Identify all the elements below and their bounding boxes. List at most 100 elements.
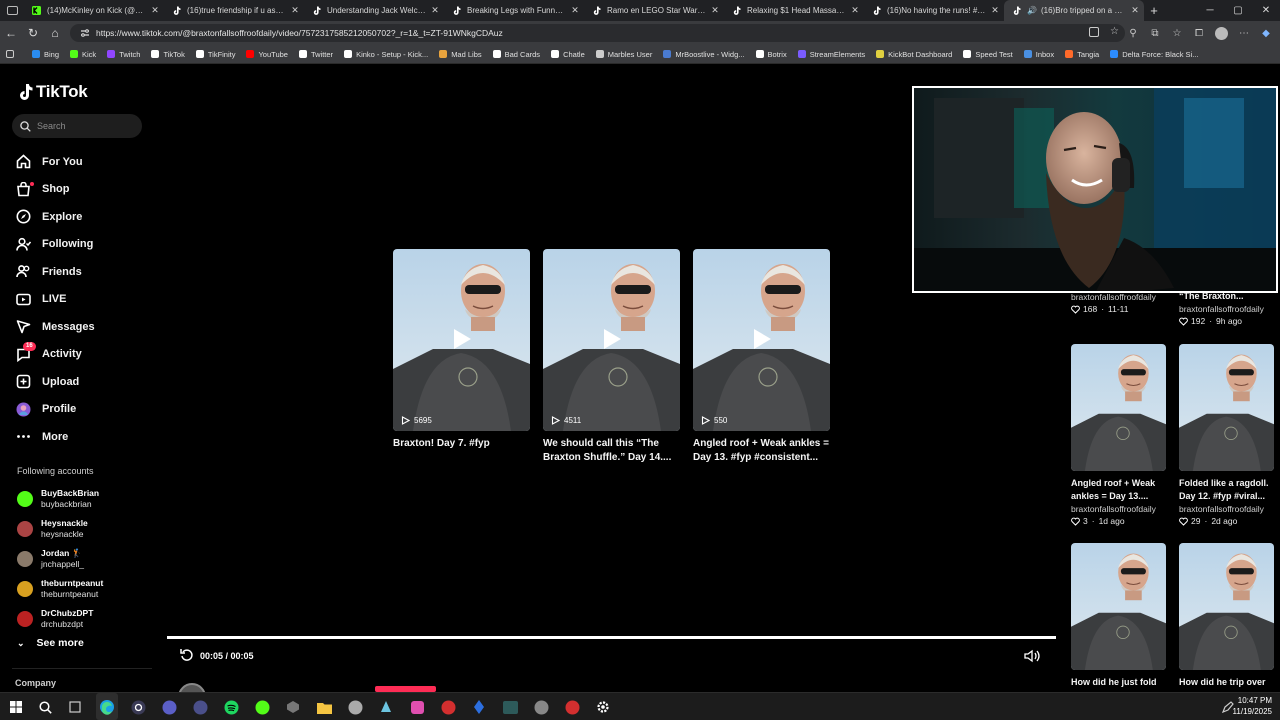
- nav-item-profile[interactable]: Profile: [15, 396, 95, 424]
- nav-item-for-you[interactable]: For You: [15, 148, 95, 176]
- volume-icon[interactable]: [1024, 649, 1040, 663]
- nav-item-more[interactable]: More: [15, 423, 95, 451]
- bookmark-item[interactable]: Inbox: [1023, 50, 1054, 59]
- bookmark-item[interactable]: YouTube: [246, 50, 288, 59]
- bookmark-item[interactable]: Tangia: [1065, 50, 1099, 59]
- play-icon[interactable]: [751, 327, 773, 351]
- bookmark-item[interactable]: TikFinity: [195, 50, 235, 59]
- kick-app-icon[interactable]: [254, 699, 270, 715]
- bookmark-item[interactable]: Marbles User: [595, 50, 652, 59]
- video-author[interactable]: braxtonfallsoffroofdaily: [1071, 504, 1166, 514]
- bookmark-item[interactable]: MrBoostlive - Widg...: [663, 50, 745, 59]
- tab-close-icon[interactable]: ✕: [570, 5, 580, 16]
- app-icon[interactable]: [502, 699, 518, 715]
- browser-tab[interactable]: Understanding Jack Welch's Le ✕: [304, 0, 444, 21]
- nav-item-live[interactable]: LIVE: [15, 286, 95, 314]
- video-title[interactable]: Angled roof + Weak ankles = Day 13....: [1071, 477, 1166, 503]
- copilot-icon[interactable]: ◆: [1260, 27, 1272, 39]
- browser-tab[interactable]: Ramo en LEGO Star Wars: ¿Qu ✕: [584, 0, 724, 21]
- app-icon[interactable]: [378, 699, 394, 715]
- video-card[interactable]: 4511 We should call this “The Braxton Shu…: [543, 249, 680, 465]
- spotify-icon[interactable]: [223, 699, 239, 715]
- video-thumbnail[interactable]: [1179, 543, 1274, 670]
- favorite-star-icon[interactable]: ☆: [1110, 26, 1119, 37]
- tab-close-icon[interactable]: ✕: [990, 5, 1000, 16]
- nav-item-activity[interactable]: 16 Activity: [15, 341, 95, 369]
- search-input[interactable]: [37, 121, 127, 131]
- app-icon[interactable]: [440, 699, 456, 715]
- bookmark-item[interactable]: Mad Libs: [439, 50, 482, 59]
- video-author[interactable]: braxtonfallsoffroofdaily: [1179, 504, 1274, 514]
- back-icon[interactable]: ←: [0, 21, 22, 45]
- address-bar[interactable]: https://www.tiktok.com/@braxtonfallsoffr…: [70, 24, 1125, 42]
- app-icon[interactable]: [192, 699, 208, 715]
- tab-close-icon[interactable]: ✕: [290, 5, 300, 16]
- creator-video-card[interactable]: Folded like a ragdoll. Day 12. #fyp #vir…: [1179, 344, 1274, 526]
- video-author[interactable]: braxtonfallsoffroofdaily: [1179, 304, 1274, 314]
- video-thumbnail[interactable]: [1179, 344, 1274, 471]
- bookmark-item[interactable]: StreamElements: [797, 50, 865, 59]
- app-icon[interactable]: [471, 699, 487, 715]
- bookmark-item[interactable]: Chatle: [551, 50, 585, 59]
- bookmark-item[interactable]: Botrix: [755, 50, 787, 59]
- creator-video-card[interactable]: How did he just fold: [1071, 543, 1166, 689]
- tab-close-icon[interactable]: ✕: [1130, 5, 1140, 16]
- video-thumbnail[interactable]: [1071, 543, 1166, 670]
- tiktok-logo[interactable]: TikTok: [17, 82, 88, 102]
- video-thumbnail[interactable]: 550: [693, 249, 830, 431]
- bookmark-item[interactable]: TikTok: [151, 50, 185, 59]
- install-app-icon[interactable]: [1089, 27, 1099, 37]
- video-title[interactable]: How did he just fold: [1071, 676, 1166, 689]
- tab-close-icon[interactable]: ✕: [430, 5, 440, 16]
- refresh-icon[interactable]: ↻: [22, 21, 44, 45]
- new-tab-button[interactable]: +: [1144, 3, 1164, 18]
- minimize-icon[interactable]: ─: [1196, 0, 1224, 21]
- window-close-icon[interactable]: ✕: [1252, 0, 1280, 21]
- following-account[interactable]: theburntpeanut theburntpeanut: [17, 574, 103, 604]
- bookmark-item[interactable]: Twitter: [298, 50, 333, 59]
- video-thumbnail[interactable]: 5695: [393, 249, 530, 431]
- video-title[interactable]: Braxton! Day 7. #fyp: [393, 437, 530, 451]
- replay-icon[interactable]: [180, 648, 194, 662]
- bookmark-item[interactable]: Bing: [32, 50, 59, 59]
- video-title[interactable]: How did he trip over: [1179, 676, 1274, 689]
- company-link[interactable]: Company: [15, 678, 56, 688]
- browser-tab[interactable]: Relaxing $1 Head Massage Ex ✕: [724, 0, 864, 21]
- maximize-icon[interactable]: ▢: [1224, 0, 1252, 21]
- nav-item-explore[interactable]: Explore: [15, 203, 95, 231]
- app-icon[interactable]: [533, 699, 549, 715]
- bookmark-item[interactable]: KickBot Dashboard: [876, 50, 952, 59]
- play-icon[interactable]: [451, 327, 473, 351]
- tab-close-icon[interactable]: ✕: [150, 5, 160, 16]
- video-card[interactable]: 550 Angled roof + Weak ankles = Day 13. #…: [693, 249, 830, 465]
- home-browser-icon[interactable]: ⌂: [44, 21, 66, 45]
- browser-tab[interactable]: 🔊 (16)Bro tripped on a conc ✕: [1004, 0, 1144, 21]
- video-title[interactable]: Folded like a ragdoll. Day 12. #fyp #vir…: [1179, 477, 1274, 503]
- video-thumbnail[interactable]: [1071, 344, 1166, 471]
- settings-icon[interactable]: [595, 699, 611, 715]
- nav-item-upload[interactable]: Upload: [15, 368, 95, 396]
- creator-video-card[interactable]: braxtonfallsoffroofdaily 168 · 11-11: [1071, 291, 1166, 314]
- collections-icon[interactable]: ⧠: [1193, 27, 1205, 39]
- video-thumbnail[interactable]: 4511: [543, 249, 680, 431]
- video-title[interactable]: We should call this “The Braxton Shuffle…: [543, 437, 680, 465]
- settings-more-icon[interactable]: ⋯: [1238, 27, 1250, 39]
- tab-audio-icon[interactable]: 🔊: [1027, 6, 1037, 15]
- bookmark-item[interactable]: Speed Test: [963, 50, 1013, 59]
- start-icon[interactable]: [8, 699, 24, 715]
- nav-item-messages[interactable]: Messages: [15, 313, 95, 341]
- following-account[interactable]: DrChubzDPT drchubzdpt: [17, 604, 103, 634]
- video-progress-bar[interactable]: [167, 636, 1056, 639]
- workspaces-icon[interactable]: [0, 0, 24, 21]
- url-text[interactable]: https://www.tiktok.com/@braxtonfallsoffr…: [96, 28, 503, 38]
- creator-video-card[interactable]: How did he trip over: [1179, 543, 1274, 689]
- obs-icon[interactable]: [130, 699, 146, 715]
- app-icon[interactable]: [564, 699, 580, 715]
- bookmark-item[interactable]: Delta Force: Black Si...: [1110, 50, 1198, 59]
- bookmark-item[interactable]: Kinko - Setup - Kick...: [344, 50, 428, 59]
- bookmark-item[interactable]: Kick: [70, 50, 96, 59]
- task-view-icon[interactable]: [67, 699, 83, 715]
- app-icon[interactable]: [161, 699, 177, 715]
- video-title[interactable]: Angled roof + Weak ankles = Day 13. #fyp…: [693, 437, 830, 465]
- app-icon[interactable]: [285, 699, 301, 715]
